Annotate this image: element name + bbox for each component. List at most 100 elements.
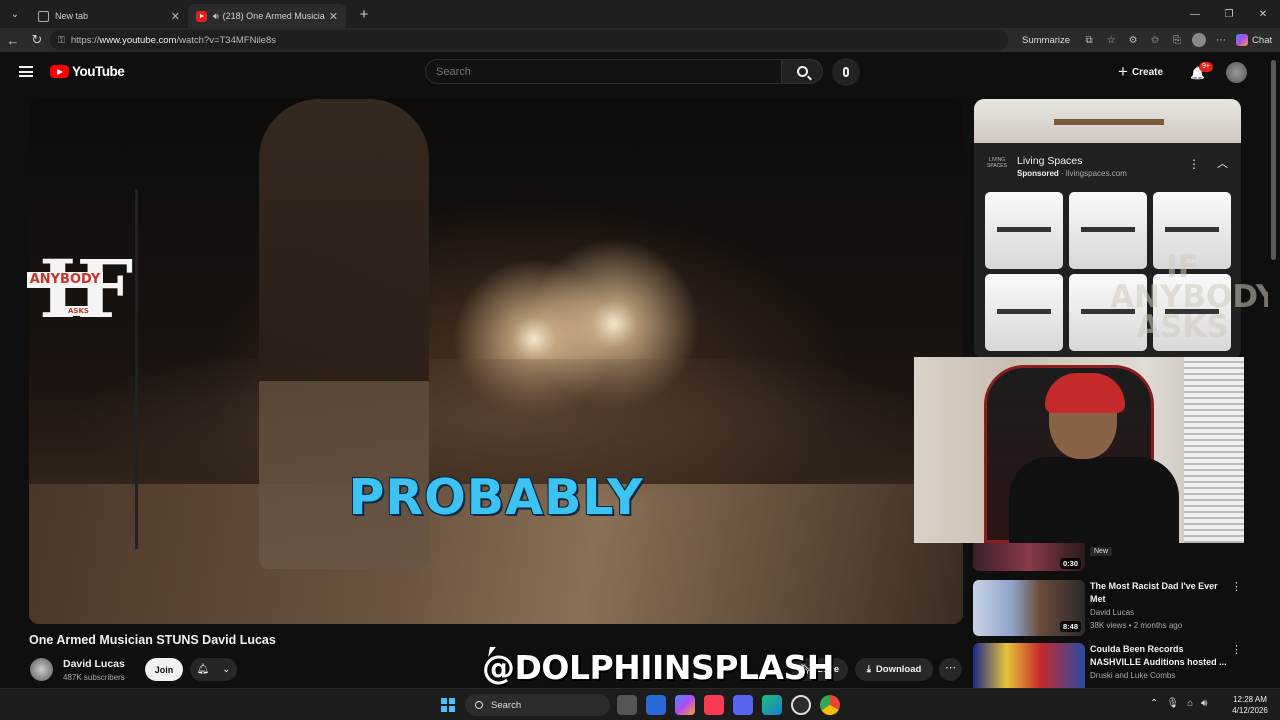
recommendation-channel[interactable]: Druski and Luke Combs [1090,671,1175,680]
back-arrow-icon[interactable]: ← [2,33,24,48]
stream-overlay-logo: IF ANYBODY ASKS [1110,249,1279,345]
recommendation-thumbnail[interactable]: 0:30 [973,543,1085,571]
copilot-app-icon[interactable] [675,695,695,715]
account-avatar[interactable] [1226,62,1247,83]
tab-close-icon[interactable]: ✕ [171,10,180,23]
ad-product-thumb[interactable] [985,274,1063,351]
recommendation-title[interactable]: Coulda Been Records NASHVILLE Auditions … [1090,643,1230,669]
ad-menu-icon[interactable]: ⋮ [1188,157,1200,171]
recommendation-menu-icon[interactable]: ⋮ [1231,580,1242,593]
recommendation-item[interactable]: 0:30 New [973,543,1253,571]
copilot-icon [1236,34,1249,46]
voice-search-button[interactable] [832,58,860,86]
new-tab-icon [38,10,49,22]
favorites-icon[interactable]: ✩ [1144,35,1166,46]
recommendation-thumbnail[interactable] [973,643,1085,688]
volume-icon[interactable]: 🔊︎ [1201,698,1207,709]
copilot-chat-button[interactable]: Chat [1236,34,1272,46]
reload-icon[interactable]: ↻ [26,32,48,48]
video-caption-text: PROBABLY [348,469,644,526]
ad-advertiser-name[interactable]: Living Spaces [1017,155,1082,167]
logo-asks-text: ASKS [65,306,92,316]
address-bar[interactable]: ⚿ https://www.youtube.com/watch?v=T34MFN… [50,30,1008,50]
ad-banner-image[interactable] [974,99,1241,143]
notification-count-badge: 9+ [1199,62,1213,72]
taskbar-clock[interactable]: 12:28 AM 4/12/2026 [1224,694,1276,716]
microphone-tray-icon[interactable]: 🎙︎ [1166,698,1179,709]
hamburger-menu-icon[interactable] [19,66,33,77]
youtube-header: YouTube +Create [0,52,1268,92]
tray-chevron-up-icon[interactable]: ⌃ [1150,698,1158,709]
if-anybody-asks-logo: IF ANYBODY ASKS [27,244,133,340]
recommendation-item[interactable]: 8:48 The Most Racist Dad I've Ever Met D… [973,580,1253,636]
site-info-icon[interactable]: ⚿ [58,35,65,46]
recommendation-title[interactable]: The Most Racist Dad I've Ever Met [1090,580,1230,606]
create-button[interactable]: + Create [1118,60,1163,84]
settings-app-icon[interactable] [617,695,637,715]
webcam-streamer [1009,373,1179,543]
webcam-window-blinds [1184,357,1244,543]
download-button[interactable]: ⤓ Download [855,658,933,681]
store-app-icon[interactable] [646,695,666,715]
notifications-dropdown-button[interactable]: 🔔︎ ⌄ [190,658,237,681]
tab-new-tab[interactable]: New tab ✕ [30,4,188,28]
recommendation-channel[interactable]: David Lucas [1090,608,1134,617]
search-input[interactable] [425,59,782,84]
minimize-icon[interactable]: — [1178,0,1212,28]
more-actions-button[interactable]: ⋯ [939,658,962,681]
tab-close-icon[interactable]: ✕ [329,10,338,23]
new-tab-plus-icon[interactable]: + [352,6,376,23]
extensions-puzzle-icon[interactable]: ⚙ [1122,35,1144,46]
youtube-logo[interactable]: YouTube [50,64,125,79]
taskbar-search-box[interactable]: Search [465,694,610,716]
browser-toolbar: ← ↻ ⚿ https://www.youtube.com/watch?v=T3… [0,28,1280,52]
recommendation-menu-icon[interactable]: ⋮ [1231,643,1242,656]
obs-app-icon[interactable] [791,695,811,715]
recommendation-item[interactable]: Coulda Been Records NASHVILLE Auditions … [973,643,1253,688]
duration-badge: 0:30 [1059,558,1081,569]
close-window-icon[interactable]: ✕ [1246,0,1280,28]
video-player[interactable]: PROBABLY [29,99,963,624]
ad-advertiser-logo: LIVING SPACES [987,157,1007,169]
page-scrollbar-thumb[interactable] [1271,60,1276,260]
url-text: https://www.youtube.com/watch?v=T34MFNil… [70,34,276,46]
channel-name[interactable]: David Lucas [63,658,125,670]
taskbar-pinned-apps [617,695,840,715]
extensions-icon[interactable]: ⧉ [1078,35,1100,46]
browser-profile-avatar[interactable] [1192,33,1207,47]
favorite-star-icon[interactable]: ☆ [1100,35,1122,46]
search-button[interactable] [781,59,823,84]
browser-tab-strip: ⌄ New tab ✕ 🔊︎ (218) One Armed Musician … [0,0,1280,28]
tab-actions-chevron-icon[interactable]: ⌄ [4,4,26,24]
edge-browser-icon[interactable] [762,695,782,715]
logo-anybody-text: ANYBODY [27,272,103,288]
restore-icon[interactable]: ❐ [1212,0,1246,28]
chrome-browser-icon[interactable] [820,695,840,715]
music-app-icon[interactable] [704,695,724,715]
video-title: One Armed Musician STUNS David Lucas [29,633,276,647]
discord-app-icon[interactable] [733,695,753,715]
ad-collapse-chevron-icon[interactable]: ︿ [1217,155,1228,171]
windows-start-icon[interactable] [441,698,455,712]
youtube-play-icon [50,65,69,78]
youtube-favicon-icon [196,10,207,22]
stream-watermark: @DOLPHIINSPLASH [482,648,834,687]
summarize-button[interactable]: Summarize [1022,35,1070,46]
network-icon[interactable]: ⌂ [1187,698,1193,709]
tab-title: (218) One Armed Musician ST [222,11,325,21]
recommendation-thumbnail[interactable]: 8:48 [973,580,1085,636]
plus-icon: + [1118,62,1128,81]
bell-icon: 🔔︎ [196,664,210,675]
speaker-icon[interactable]: 🔊︎ [213,11,219,22]
window-controls: — ❐ ✕ [1178,0,1280,28]
tab-youtube[interactable]: 🔊︎ (218) One Armed Musician ST ✕ [188,4,346,28]
ad-product-thumb[interactable] [985,192,1063,269]
collections-icon[interactable]: ⎘ [1166,35,1188,46]
subscriber-count: 487K subscribers [63,673,125,682]
browser-right-buttons: Summarize ⧉ ☆ ⚙ ✩ ⎘ ⋯ Chat [1022,28,1272,52]
search-icon [796,66,808,77]
duration-badge: 8:48 [1059,621,1081,632]
join-button[interactable]: Join [145,658,183,681]
more-options-icon[interactable]: ⋯ [1210,35,1232,46]
channel-avatar[interactable] [30,658,53,681]
